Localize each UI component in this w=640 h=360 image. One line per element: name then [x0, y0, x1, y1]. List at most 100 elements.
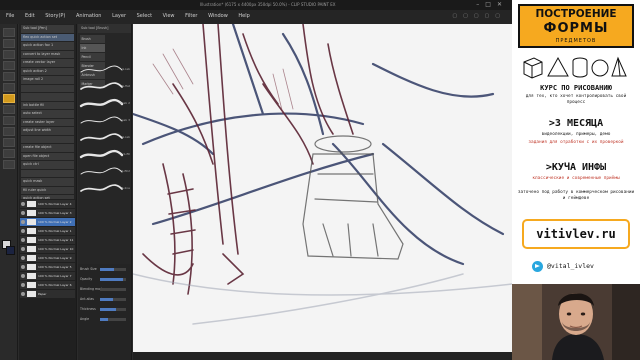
website-link[interactable]: vitivlev.ru	[524, 227, 628, 241]
tab-brush[interactable]: Brush	[79, 34, 105, 43]
list-item[interactable]	[21, 135, 74, 143]
list-item[interactable]: quick mask	[21, 178, 74, 186]
eye-icon[interactable]	[21, 238, 25, 242]
pen-tool-icon[interactable]	[3, 83, 15, 92]
list-item[interactable]: quick action fav 1	[21, 42, 74, 50]
list-item[interactable]: convert to layer mask	[21, 50, 74, 58]
property-row[interactable]: Ant-alias	[80, 295, 129, 304]
clip-studio-window: Illustration* (6175 x 4400px 350dpi 50.0…	[0, 0, 512, 360]
layer-row[interactable]: 100 % Normal Layer 1	[20, 227, 75, 235]
list-item[interactable]: adjust line width	[21, 127, 74, 135]
property-slider[interactable]	[100, 288, 126, 291]
list-item[interactable]	[21, 84, 74, 92]
brush-preset[interactable]: S-fill2	[78, 164, 132, 178]
window-controls[interactable]: –□✕	[476, 1, 508, 8]
layer-name: 100 % Normal Layer 1	[38, 229, 72, 233]
brush-preset-label: S-line	[121, 186, 130, 190]
property-slider[interactable]	[100, 308, 126, 311]
toolbar-icons[interactable]: ▢▢▢▢▢	[452, 13, 506, 19]
brush-preset[interactable]: S-lab 2	[78, 96, 132, 110]
property-row[interactable]: Thickness	[80, 305, 129, 314]
move-tool-icon[interactable]	[3, 39, 15, 48]
layer-thumbnail	[27, 228, 36, 234]
lasso-tool-icon[interactable]	[3, 61, 15, 70]
brush-tool-icon[interactable]	[3, 94, 15, 103]
layer-row[interactable]: 100 % Normal Layer 5	[20, 263, 75, 271]
zoom-tool-icon[interactable]	[3, 28, 15, 37]
layer-row[interactable]: 100 % Normal Layer 9	[20, 254, 75, 262]
tab-pencil[interactable]: Pencil	[79, 52, 105, 61]
property-slider-fill	[100, 318, 108, 321]
layer-row[interactable]: 100 % Normal Layer 11	[20, 236, 75, 244]
property-row[interactable]: Brush Size	[80, 265, 129, 274]
brush-preset[interactable]: S-flat	[78, 79, 132, 93]
eye-icon[interactable]	[21, 292, 25, 296]
list-item[interactable]: quick action 2	[21, 67, 74, 75]
brush-preset[interactable]: S-lab 3	[78, 113, 132, 127]
layer-row[interactable]: 100 % Normal Layer 2	[20, 218, 75, 226]
eye-icon[interactable]	[21, 256, 25, 260]
list-item[interactable]: create file object	[21, 144, 74, 152]
list-item[interactable]: create raster layer	[21, 118, 74, 126]
eraser-tool-icon[interactable]	[3, 105, 15, 114]
website-box[interactable]: vitivlev.ru	[522, 219, 630, 249]
list-item[interactable]: create vector layer	[21, 59, 74, 67]
select-tool-icon[interactable]	[3, 50, 15, 59]
figure-tool-icon[interactable]	[3, 138, 15, 147]
brush-preset[interactable]: S-line	[78, 181, 132, 195]
property-slider[interactable]	[100, 318, 126, 321]
brush-preset[interactable]: S-fill	[78, 147, 132, 161]
menu-filter[interactable]: Filter	[185, 13, 197, 19]
menu-help[interactable]: Help	[238, 13, 249, 19]
text-tool-icon[interactable]	[3, 149, 15, 158]
property-slider[interactable]	[100, 278, 126, 281]
menu-select[interactable]: Select	[137, 13, 152, 19]
list-item[interactable]: flex quick action set	[21, 33, 74, 41]
menu-window[interactable]: Window	[208, 13, 228, 19]
list-item[interactable]	[21, 93, 74, 101]
layer-row[interactable]: 100 % Normal Layer 3	[20, 209, 75, 217]
property-row[interactable]: Opacity	[80, 275, 129, 284]
tab-ink[interactable]: Ink	[79, 43, 105, 52]
eye-icon[interactable]	[21, 202, 25, 206]
brush-preset[interactable]: S-lab	[78, 62, 132, 76]
list-item[interactable]: quick ctrl	[21, 161, 74, 169]
menu-animation[interactable]: Animation	[76, 13, 102, 19]
property-slider[interactable]	[100, 298, 126, 301]
layer-row[interactable]: 100 % Normal Layer 4	[20, 200, 75, 208]
list-item[interactable]	[21, 169, 74, 177]
layer-row[interactable]: 100 % Normal Layer 10	[20, 245, 75, 253]
layer-row[interactable]: 100 % Normal Layer 7	[20, 272, 75, 280]
sub-color-swatch[interactable]	[6, 246, 15, 255]
property-slider[interactable]	[100, 268, 126, 271]
gradient-tool-icon[interactable]	[3, 127, 15, 136]
eye-icon[interactable]	[21, 229, 25, 233]
eye-icon[interactable]	[21, 265, 25, 269]
list-item[interactable]: ink bottle fill	[21, 101, 74, 109]
eye-icon[interactable]	[21, 220, 25, 224]
eye-icon[interactable]	[21, 247, 25, 251]
fill-tool-icon[interactable]	[3, 116, 15, 125]
brush-preset[interactable]: S-lab	[78, 130, 132, 144]
layer-row[interactable]: 100 % Normal Layer 6	[20, 281, 75, 289]
telegram-handle[interactable]: @vital_ivlev	[547, 262, 594, 270]
property-row[interactable]: Angle	[80, 315, 129, 324]
list-item[interactable]: fill ruler quick	[21, 186, 74, 194]
list-item[interactable]: auto select	[21, 110, 74, 118]
menu-file[interactable]: File	[6, 13, 14, 19]
eye-icon[interactable]	[21, 211, 25, 215]
eye-icon[interactable]	[21, 274, 25, 278]
list-item[interactable]: open file object	[21, 152, 74, 160]
menu-layer[interactable]: Layer	[112, 13, 126, 19]
list-item[interactable]: image roll 2	[21, 76, 74, 84]
drawing-canvas[interactable]	[133, 24, 512, 352]
menu-edit[interactable]: Edit	[25, 13, 35, 19]
ruler-tool-icon[interactable]	[3, 160, 15, 169]
eye-icon[interactable]	[21, 283, 25, 287]
menu-view[interactable]: View	[163, 13, 175, 19]
layer-row[interactable]: Paper	[20, 290, 75, 298]
property-row[interactable]: Blending mode	[80, 285, 129, 294]
layer-panel: 100 % Normal Layer 4 100 % Normal Layer …	[19, 199, 77, 360]
eyedropper-tool-icon[interactable]	[3, 72, 15, 81]
menu-story[interactable]: Story(P)	[45, 13, 65, 19]
